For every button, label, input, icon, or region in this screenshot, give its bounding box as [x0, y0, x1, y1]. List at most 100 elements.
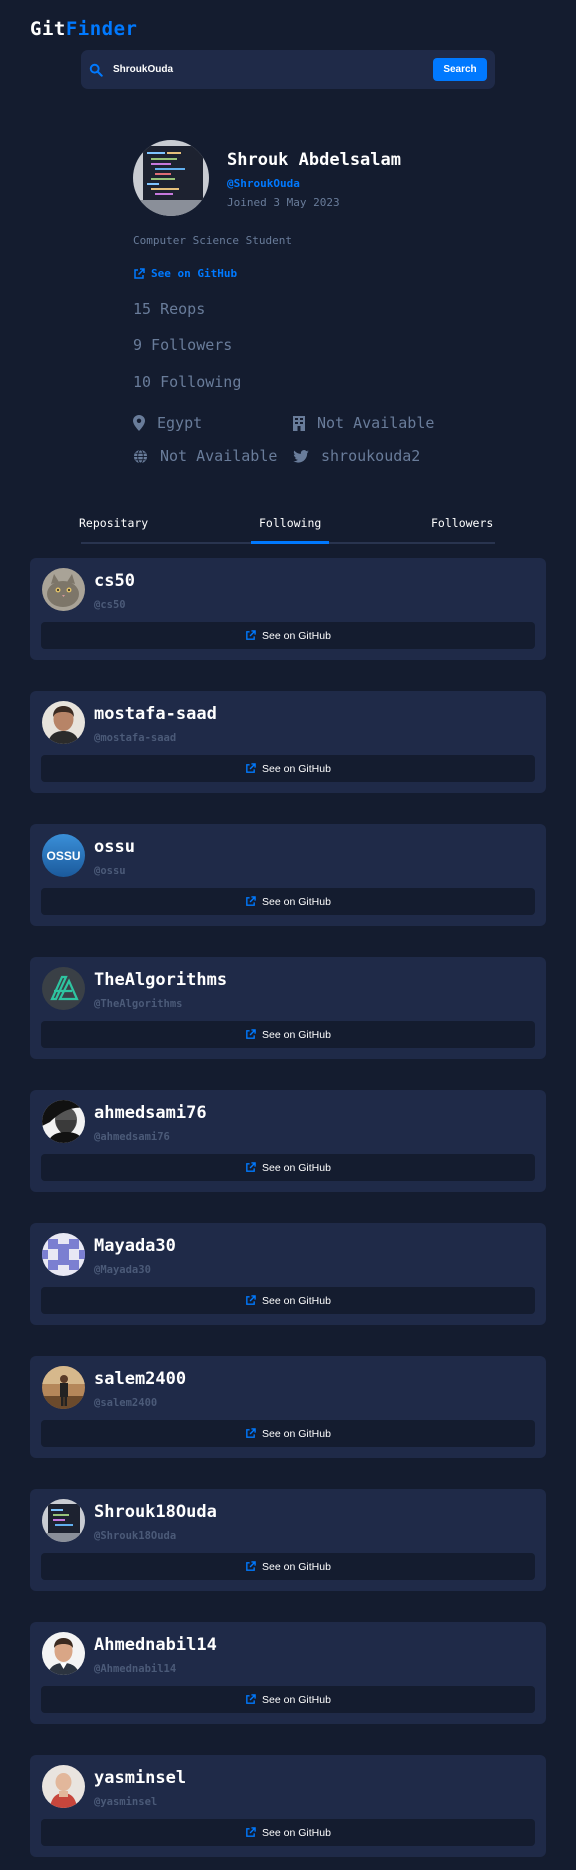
user-name: Ahmednabil14 [94, 1635, 217, 1655]
see-on-github-button[interactable]: See on GitHub [41, 1686, 535, 1713]
user-name: ossu [94, 837, 135, 857]
profile-name: Shrouk Abdelsalam [227, 150, 401, 170]
see-on-github-button[interactable]: See on GitHub [41, 888, 535, 915]
see-on-github-label: See on GitHub [262, 629, 331, 642]
location-pin-icon [133, 415, 145, 431]
user-avatar [42, 1765, 85, 1808]
user-name: yasminsel [94, 1768, 187, 1788]
user-login: @cs50 [94, 599, 126, 611]
user-login: @TheAlgorithms [94, 998, 183, 1010]
building-icon [293, 415, 305, 431]
see-on-github-button[interactable]: See on GitHub [41, 622, 535, 649]
user-card: Shrouk18Ouda @Shrouk18Ouda See on GitHub [30, 1489, 546, 1591]
search-bar: Search [81, 50, 495, 89]
user-name: TheAlgorithms [94, 970, 228, 990]
external-link-icon [246, 1295, 256, 1305]
user-login: @Shrouk18Ouda [94, 1530, 177, 1542]
user-card: salem2400 @salem2400 See on GitHub [30, 1356, 546, 1458]
twitter-text: shroukouda2 [321, 447, 421, 465]
user-name: Mayada30 [94, 1236, 176, 1256]
see-on-github-label: See on GitHub [262, 1294, 331, 1307]
user-login: @Ahmednabil14 [94, 1663, 177, 1675]
user-card: OSSU ossu @ossu See on GitHub [30, 824, 546, 926]
profile-bio: Computer Science Student [133, 234, 292, 247]
see-on-github-label: See on GitHub [262, 895, 331, 908]
user-avatar [42, 967, 85, 1010]
see-on-github-button[interactable]: See on GitHub [41, 1287, 535, 1314]
user-avatar: OSSU [42, 834, 85, 877]
user-name: ahmedsami76 [94, 1103, 207, 1123]
external-link-icon [246, 1561, 256, 1571]
external-link-icon [246, 1428, 256, 1438]
see-on-github-label: See on GitHub [262, 1693, 331, 1706]
user-card: TheAlgorithms @TheAlgorithms See on GitH… [30, 957, 546, 1059]
see-on-github-label: See on GitHub [262, 1560, 331, 1573]
app-logo[interactable]: GitFinder [30, 18, 137, 40]
user-avatar [42, 568, 85, 611]
profile-github-link[interactable]: See on GitHub [133, 267, 237, 280]
user-login: @ahmedsami76 [94, 1131, 170, 1143]
user-login: @ossu [94, 865, 126, 877]
user-name: Shrouk18Ouda [94, 1502, 217, 1522]
external-link-icon [246, 1029, 256, 1039]
see-on-github-button[interactable]: See on GitHub [41, 1553, 535, 1580]
tab-bar: Repositary Following Followers [79, 516, 495, 544]
see-on-github-button[interactable]: See on GitHub [41, 1819, 535, 1846]
user-avatar [42, 1233, 85, 1276]
user-avatar [42, 701, 85, 744]
user-avatar [42, 1632, 85, 1675]
external-link-icon [246, 630, 256, 640]
location-info: Egypt [133, 414, 202, 432]
location-text: Egypt [157, 414, 203, 432]
external-link-icon [246, 1694, 256, 1704]
external-link-icon [246, 896, 256, 906]
tab-followers[interactable]: Followers [431, 516, 493, 530]
tab-following[interactable]: Following [250, 516, 330, 544]
user-login: @salem2400 [94, 1397, 158, 1409]
twitter-info[interactable]: shroukouda2 [293, 447, 420, 465]
profile-login[interactable]: @ShroukOuda [227, 177, 300, 190]
user-card: Ahmednabil14 @Ahmednabil14 See on GitHub [30, 1622, 546, 1724]
external-link-icon [246, 763, 256, 773]
user-card: cs50 @cs50 See on GitHub [30, 558, 546, 660]
user-login: @yasminsel [94, 1796, 158, 1808]
user-card: yasminsel @yasminsel See on GitHub [30, 1755, 546, 1857]
globe-icon [133, 448, 148, 464]
see-on-github-button[interactable]: See on GitHub [41, 1420, 535, 1447]
user-avatar [42, 1100, 85, 1143]
logo-part-git: Git [30, 18, 66, 40]
search-icon [89, 63, 103, 77]
external-link-icon [246, 1827, 256, 1837]
external-link-icon [246, 1162, 256, 1172]
see-on-github-label: See on GitHub [262, 1427, 331, 1440]
user-login: @mostafa-saad [94, 732, 177, 744]
see-on-github-label: See on GitHub [262, 1028, 331, 1041]
user-card: Mayada30 @Mayada30 See on GitHub [30, 1223, 546, 1325]
profile-github-link-label: See on GitHub [151, 267, 238, 280]
user-login: @Mayada30 [94, 1264, 151, 1276]
see-on-github-label: See on GitHub [262, 1826, 331, 1839]
company-info: Not Available [293, 414, 434, 432]
profile-avatar [133, 140, 209, 216]
website-info[interactable]: Not Available [133, 447, 277, 465]
ossu-logo-text: OSSU [46, 849, 80, 863]
external-link-icon [134, 267, 145, 279]
repos-count: 15 Reops [133, 300, 206, 318]
profile-joined-date: Joined 3 May 2023 [227, 196, 340, 209]
tab-repositary[interactable]: Repositary [79, 516, 148, 530]
following-list: cs50 @cs50 See on GitHub mostafa-saad @m… [30, 558, 546, 1870]
see-on-github-label: See on GitHub [262, 762, 331, 775]
user-name: salem2400 [94, 1369, 187, 1389]
website-text: Not Available [160, 447, 278, 465]
search-button[interactable]: Search [433, 58, 487, 81]
logo-part-finder: Finder [65, 18, 138, 40]
search-input[interactable] [113, 64, 433, 75]
see-on-github-button[interactable]: See on GitHub [41, 1154, 535, 1181]
company-text: Not Available [317, 414, 435, 432]
twitter-icon [293, 449, 309, 463]
user-name: cs50 [94, 571, 135, 591]
following-count: 10 Following [133, 373, 242, 391]
see-on-github-button[interactable]: See on GitHub [41, 755, 535, 782]
see-on-github-button[interactable]: See on GitHub [41, 1021, 535, 1048]
user-card: ahmedsami76 @ahmedsami76 See on GitHub [30, 1090, 546, 1192]
